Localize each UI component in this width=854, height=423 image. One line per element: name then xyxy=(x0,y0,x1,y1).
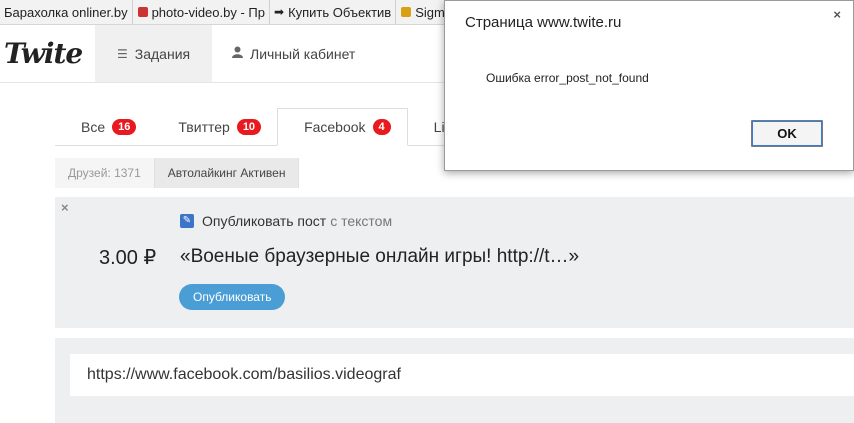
tab-label: Все xyxy=(81,119,106,135)
alert-dialog: Страница www.twite.ru × Ошибка error_pos… xyxy=(444,0,854,171)
nav-tasks-label: Задания xyxy=(134,45,191,62)
bookmark-icon xyxy=(137,6,149,18)
bookmark-icon xyxy=(400,6,412,18)
count-badge: 10 xyxy=(236,119,262,135)
bookmark-label: Купить Объектив xyxy=(288,4,392,20)
tab-label: Facebook xyxy=(304,119,366,135)
nav-cabinet-label: Личный кабинет xyxy=(250,45,356,62)
count-badge: 4 xyxy=(372,119,391,135)
close-icon[interactable]: × xyxy=(833,7,841,22)
task-type-label: Опубликовать пост xyxy=(202,213,327,229)
post-text: «Военые браузерные онлайн игры! http://t… xyxy=(180,246,580,267)
task-type-hint: с текстом xyxy=(330,213,393,229)
bookmark-label: Sigm xyxy=(415,4,445,20)
profile-url-field[interactable]: https://www.facebook.com/basilios.videog… xyxy=(70,354,854,396)
tab-all[interactable]: Все 16 xyxy=(55,108,152,146)
publish-button[interactable]: Опубликовать xyxy=(179,284,286,310)
bookmark-onliner[interactable]: Барахолка onliner.by xyxy=(0,0,132,24)
bookmark-sigm[interactable]: Sigm xyxy=(395,0,449,24)
bookmark-photo-video[interactable]: photo-video.by - Пр xyxy=(131,0,269,24)
pen-icon: ✎ xyxy=(180,214,194,228)
task-card: × 3.00 ₽ ✎ Опубликовать пост с текстом «… xyxy=(55,197,854,328)
task-price: 3.00 ₽ xyxy=(99,247,157,269)
close-icon[interactable]: × xyxy=(61,200,69,215)
tab-label: Твиттер xyxy=(178,119,230,135)
nav-cabinet[interactable]: Личный кабинет xyxy=(210,25,377,82)
status-bar: Друзей: 1371 Автолайкинг Активен xyxy=(55,158,300,188)
url-card: https://www.facebook.com/basilios.videog… xyxy=(55,338,854,423)
bookmark-label: photo-video.by - Пр xyxy=(151,4,265,20)
nav-tasks[interactable]: ☰ Задания xyxy=(95,25,213,82)
dialog-message: Ошибка error_post_not_found xyxy=(486,71,649,85)
site-logo[interactable]: Twite xyxy=(4,37,83,70)
list-icon: ☰ xyxy=(117,46,128,61)
friends-count: Друзей: 1371 xyxy=(55,158,155,188)
ok-button[interactable]: OK xyxy=(751,120,823,147)
autolike-status[interactable]: Автолайкинг Активен xyxy=(154,158,300,188)
dialog-title: Страница www.twite.ru xyxy=(465,14,622,31)
bookmark-kupit[interactable]: ➡ Купить Объектив xyxy=(269,0,395,24)
arrow-icon: ➡ xyxy=(274,5,285,19)
bookmark-label: Барахолка onliner.by xyxy=(4,4,128,20)
network-tabs: Все 16 Твиттер 10 Facebook 4 Live xyxy=(55,108,475,146)
tab-twitter[interactable]: Твиттер 10 xyxy=(152,108,277,146)
task-type: ✎ Опубликовать пост с текстом xyxy=(180,213,392,229)
user-icon xyxy=(232,46,243,61)
count-badge: 16 xyxy=(112,119,137,135)
tab-facebook[interactable]: Facebook 4 xyxy=(277,108,408,146)
